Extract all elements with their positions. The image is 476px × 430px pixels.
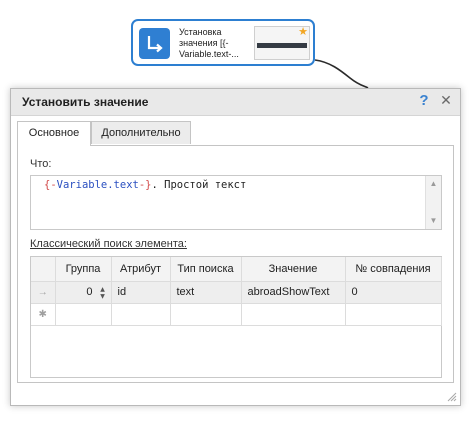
col-search-type[interactable]: Тип поиска <box>170 257 242 282</box>
new-row-cell[interactable] <box>170 303 242 326</box>
col-match-number[interactable]: № совпадения <box>345 257 442 282</box>
arrow-down-right-icon <box>139 28 170 59</box>
what-label: Что: <box>30 158 52 170</box>
textarea-scrollbar[interactable]: ▲ ▼ <box>425 176 441 229</box>
row-arrow-icon: → <box>31 281 56 304</box>
thumbnail-bar <box>257 43 307 48</box>
tab-main[interactable]: Основное <box>17 121 91 146</box>
new-row[interactable]: ✱ <box>31 303 442 326</box>
value-rest-text: . Простой текст <box>151 179 247 191</box>
value-cell[interactable]: abroadShowText <box>241 281 346 304</box>
new-row-cell[interactable] <box>345 303 442 326</box>
scroll-up-icon[interactable]: ▲ <box>428 179 439 189</box>
col-indicator <box>31 257 56 282</box>
star-icon: ★ <box>298 25 308 38</box>
variable-name: Variable.text <box>56 179 139 191</box>
tab-additional[interactable]: Дополнительно <box>91 121 191 144</box>
close-icon[interactable]: ✕ <box>439 93 453 109</box>
node-thumbnail: ★ <box>254 25 310 60</box>
resize-grip-icon[interactable] <box>447 392 457 402</box>
node-title: Установка значения [{-Variable.text-... <box>179 27 239 59</box>
new-row-cell[interactable] <box>241 303 346 326</box>
action-node-card[interactable]: Установка значения [{-Variable.text-... … <box>131 19 315 66</box>
set-value-dialog: Установить значение ? ✕ Основное Дополни… <box>10 88 461 406</box>
table-row[interactable]: → 0 ▲ ▼ id text abroadShowText 0 <box>31 281 442 304</box>
attribute-cell[interactable]: id <box>111 281 171 304</box>
help-icon[interactable]: ? <box>417 92 431 110</box>
match-number-cell[interactable]: 0 <box>345 281 442 304</box>
variable-close-brace: -} <box>138 179 152 191</box>
search-type-cell[interactable]: text <box>170 281 242 304</box>
search-grid: Группа Атрибут Тип поиска Значение № сов… <box>30 256 442 378</box>
group-stepper[interactable]: 0 ▲ ▼ <box>55 281 112 304</box>
new-row-cell[interactable] <box>55 303 112 326</box>
variable-open-brace: {- <box>44 179 57 191</box>
col-attribute[interactable]: Атрибут <box>111 257 171 282</box>
new-row-cell[interactable] <box>111 303 171 326</box>
stepper-arrows-icon[interactable]: ▲ ▼ <box>99 286 107 300</box>
value-textarea[interactable]: {-Variable.text-}. Простой текст ▲ ▼ <box>30 175 442 230</box>
dialog-title: Установить значение <box>22 95 149 109</box>
col-group[interactable]: Группа <box>55 257 112 282</box>
new-row-asterisk-icon: ✱ <box>31 303 56 326</box>
value-text[interactable]: {-Variable.text-}. Простой текст <box>44 179 246 191</box>
scroll-down-icon[interactable]: ▼ <box>428 216 439 226</box>
classic-search-label: Классический поиск элемента: <box>30 238 187 250</box>
dialog-titlebar: Установить значение ? ✕ <box>11 89 460 116</box>
col-value[interactable]: Значение <box>241 257 346 282</box>
grid-header-row: Группа Атрибут Тип поиска Значение № сов… <box>31 257 442 282</box>
